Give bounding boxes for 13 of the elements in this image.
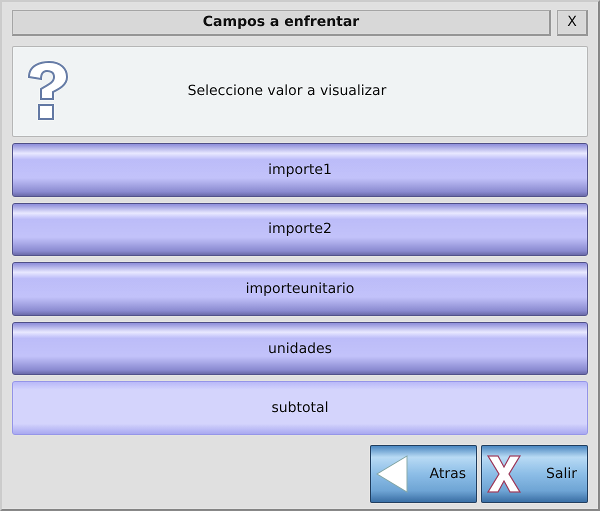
close-button[interactable]: X bbox=[557, 10, 588, 36]
option-button[interactable]: unidades bbox=[12, 322, 588, 376]
exit-button[interactable]: Salir bbox=[481, 445, 588, 504]
question-mark-icon bbox=[25, 61, 69, 122]
x-icon bbox=[486, 454, 522, 494]
option-button[interactable]: importe1 bbox=[12, 143, 588, 197]
window-title: Campos a enfrentar bbox=[12, 10, 551, 36]
back-button[interactable]: Atras bbox=[370, 445, 477, 504]
option-button[interactable]: subtotal bbox=[12, 381, 588, 436]
message-text: Seleccione valor a visualizar bbox=[186, 83, 388, 100]
option-button[interactable]: importeunitario bbox=[12, 262, 588, 316]
left-arrow-icon bbox=[375, 454, 409, 494]
option-button[interactable]: importe2 bbox=[12, 202, 588, 256]
